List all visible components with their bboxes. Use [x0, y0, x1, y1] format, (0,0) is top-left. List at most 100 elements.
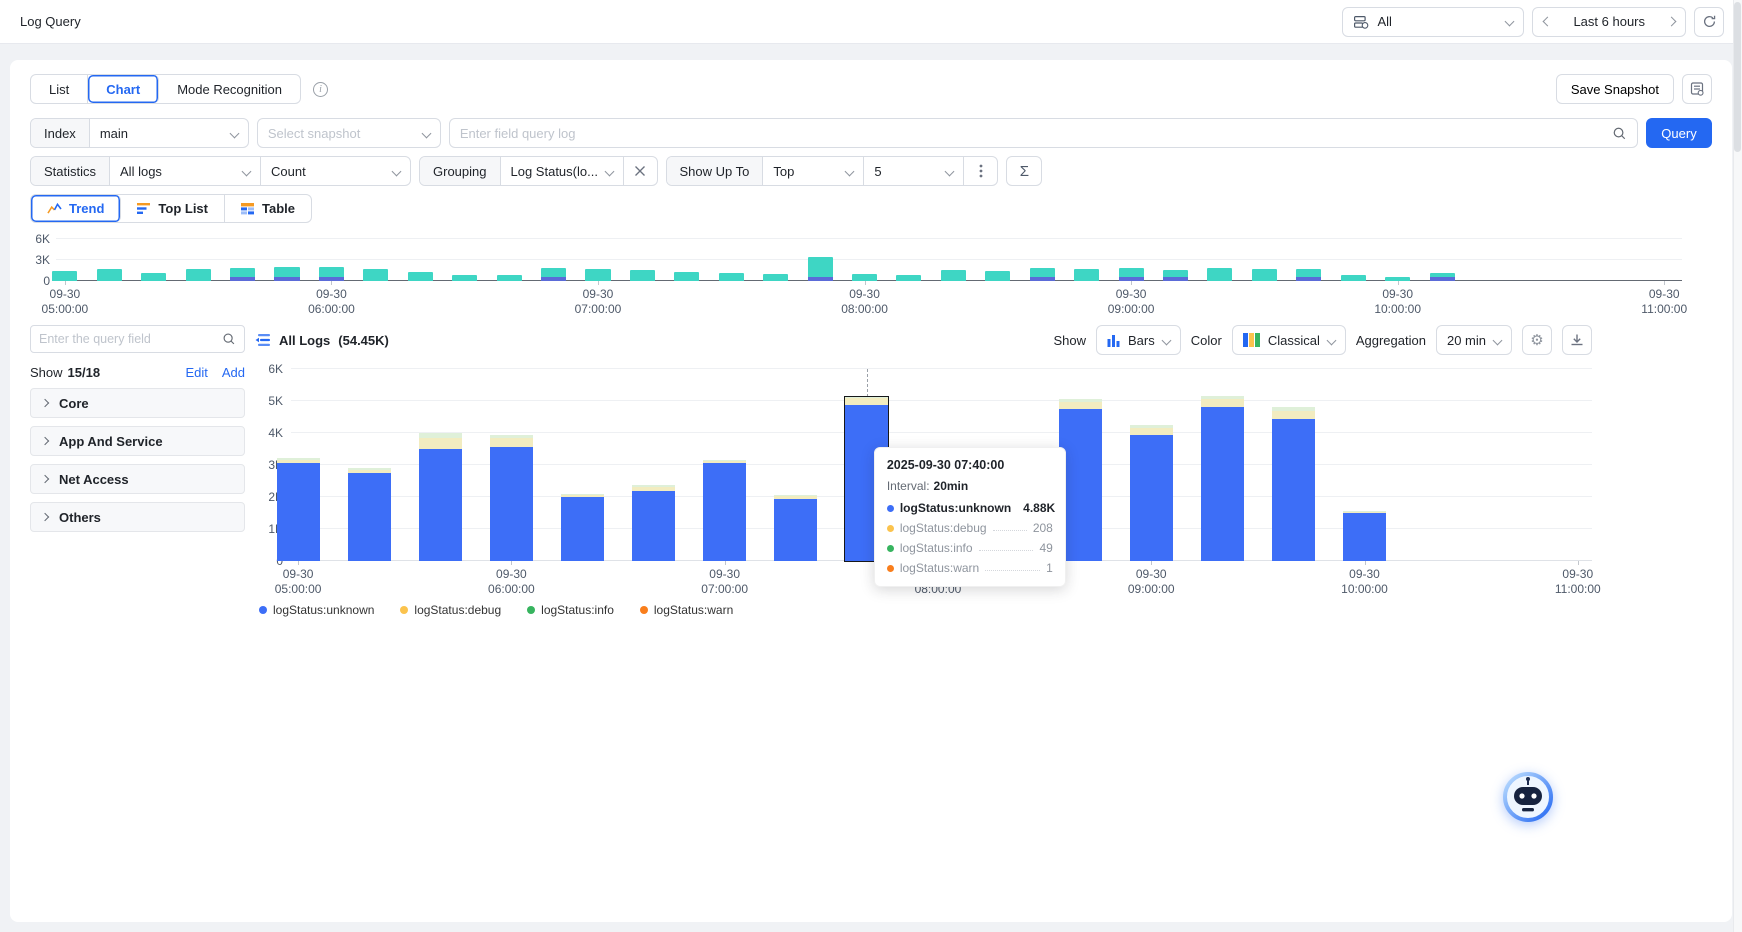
y-axis-label: 0: [30, 274, 50, 288]
overview-bar[interactable]: [1163, 270, 1188, 281]
overview-bar[interactable]: [1207, 268, 1232, 281]
limit-select[interactable]: 5: [863, 157, 963, 185]
scrollbar-thumb[interactable]: [1734, 2, 1741, 152]
overview-bar[interactable]: [186, 269, 211, 281]
metric-select[interactable]: Count: [260, 157, 410, 185]
overview-bar[interactable]: [674, 272, 699, 281]
add-field-link[interactable]: Add: [222, 365, 245, 380]
field-group-core[interactable]: Core: [30, 388, 245, 418]
overview-bar[interactable]: [1030, 268, 1055, 281]
trend-bar[interactable]: [632, 485, 675, 561]
edit-fields-link[interactable]: Edit: [185, 365, 207, 380]
top-direction-select[interactable]: Top: [763, 157, 863, 185]
overview-bar[interactable]: [808, 257, 833, 281]
overview-bar[interactable]: [363, 269, 388, 281]
overview-histogram[interactable]: 03K6K: [56, 239, 1682, 281]
x-axis-label: 09-3006:00:00: [488, 567, 535, 597]
search-icon[interactable]: [1612, 126, 1627, 141]
remove-grouping-button[interactable]: [623, 157, 657, 185]
trend-bar[interactable]: [1272, 407, 1315, 561]
download-chart-button[interactable]: [1562, 325, 1592, 355]
index-select[interactable]: main: [90, 119, 248, 147]
query-button[interactable]: Query: [1646, 118, 1712, 148]
overview-bar[interactable]: [1252, 269, 1277, 281]
overview-bar[interactable]: [1296, 269, 1321, 281]
chevron-right-icon: [41, 437, 49, 445]
overview-bar[interactable]: [763, 274, 788, 281]
series-dot: [887, 565, 894, 572]
tab-list[interactable]: List: [31, 75, 88, 103]
trend-bar[interactable]: [490, 435, 533, 561]
chart-type-select[interactable]: Bars: [1096, 325, 1181, 355]
legend-item[interactable]: logStatus:info: [527, 603, 614, 617]
overview-bar[interactable]: [52, 271, 77, 281]
overview-bar[interactable]: [274, 267, 299, 281]
overview-bar[interactable]: [985, 271, 1010, 282]
search-icon[interactable]: [222, 332, 236, 346]
field-search-input[interactable]: [39, 332, 216, 346]
sigma-aggregate-button[interactable]: Σ: [1006, 156, 1042, 186]
series-dot: [887, 505, 894, 512]
trend-bar[interactable]: [419, 433, 462, 561]
trend-bar[interactable]: [1343, 511, 1386, 561]
overview-bar[interactable]: [585, 269, 610, 281]
legend-item[interactable]: logStatus:warn: [640, 603, 733, 617]
scrollbar[interactable]: [1733, 0, 1742, 932]
field-query-input[interactable]: [460, 126, 1612, 141]
overview-bar[interactable]: [319, 267, 344, 281]
tab-chart[interactable]: Chart: [88, 75, 159, 103]
trend-bar[interactable]: [348, 468, 391, 561]
overview-bar[interactable]: [630, 270, 655, 281]
trend-bar[interactable]: [277, 458, 320, 561]
time-range-value[interactable]: Last 6 hours: [1561, 14, 1657, 29]
time-prev-button[interactable]: [1533, 8, 1561, 36]
stacked-bar-chart[interactable]: 2025-09-30 07:40:00 Interval:20min logSt…: [291, 369, 1592, 561]
trend-bar[interactable]: [1201, 396, 1244, 562]
more-options-button[interactable]: [963, 157, 997, 185]
overview-bar[interactable]: [1430, 273, 1455, 281]
aggregation-select[interactable]: 20 min: [1436, 325, 1512, 355]
data-scope-select[interactable]: All: [1342, 7, 1524, 37]
field-group-others[interactable]: Others: [30, 502, 245, 532]
legend-item[interactable]: logStatus:unknown: [259, 603, 374, 617]
x-axis-label: 09-3005:00:00: [42, 287, 89, 317]
snapshot-manage-button[interactable]: [1682, 74, 1712, 104]
trend-bar[interactable]: [774, 495, 817, 561]
index-label: Index: [31, 119, 90, 147]
grouping-field-select[interactable]: Log Status(lo...: [501, 157, 623, 185]
trend-bar[interactable]: [561, 494, 604, 561]
save-snapshot-button[interactable]: Save Snapshot: [1556, 74, 1674, 104]
legend-item[interactable]: logStatus:debug: [400, 603, 501, 617]
x-axis-tick: [1131, 281, 1132, 285]
field-group-net-access[interactable]: Net Access: [30, 464, 245, 494]
snapshot-select[interactable]: Select snapshot: [258, 119, 440, 147]
trend-bar[interactable]: [703, 460, 746, 561]
assistant-robot-button[interactable]: [1502, 771, 1554, 823]
refresh-button[interactable]: [1694, 7, 1724, 37]
overview-bar[interactable]: [719, 273, 744, 281]
gridline: [56, 259, 1682, 260]
overview-bar[interactable]: [230, 268, 255, 281]
color-scheme-select[interactable]: Classical: [1232, 325, 1346, 355]
tab-table[interactable]: Table: [225, 195, 311, 222]
trend-icon: [47, 202, 62, 215]
tab-mode-recognition[interactable]: Mode Recognition: [159, 75, 300, 103]
overview-bar[interactable]: [1074, 269, 1099, 281]
logs-scope-select[interactable]: All logs: [110, 157, 260, 185]
overview-bar[interactable]: [852, 274, 877, 281]
info-icon[interactable]: i: [313, 82, 328, 97]
tab-top-list[interactable]: Top List: [121, 195, 225, 222]
snapshot-list-icon: [1689, 81, 1705, 97]
chart-settings-button[interactable]: ⚙: [1522, 325, 1552, 355]
overview-bar[interactable]: [141, 273, 166, 281]
time-next-button[interactable]: [1657, 8, 1685, 36]
gridline: [291, 432, 1592, 433]
overview-bar[interactable]: [541, 268, 566, 281]
trend-bar[interactable]: [1130, 425, 1173, 561]
overview-bar[interactable]: [1119, 268, 1144, 281]
field-group-app-and-service[interactable]: App And Service: [30, 426, 245, 456]
tab-trend[interactable]: Trend: [31, 195, 121, 222]
overview-bar[interactable]: [941, 270, 966, 281]
overview-bar[interactable]: [97, 269, 122, 281]
overview-bar[interactable]: [408, 272, 433, 281]
